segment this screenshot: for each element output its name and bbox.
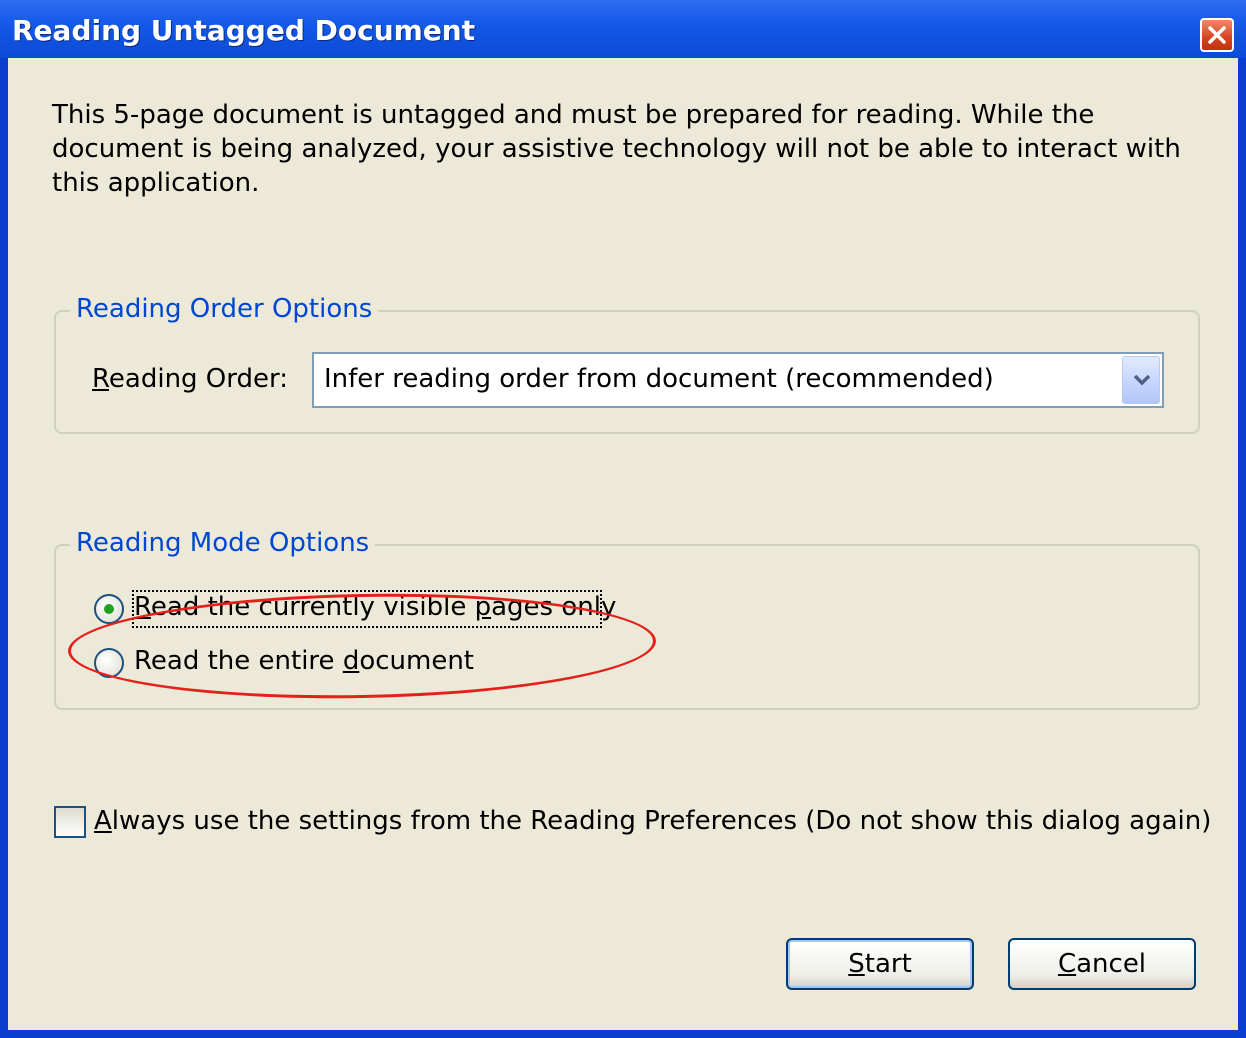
reading-order-dropdown[interactable]: Infer reading order from document (recom… bbox=[312, 352, 1164, 408]
reading-order-options-legend: Reading Order Options bbox=[70, 294, 379, 324]
close-icon bbox=[1208, 26, 1226, 44]
dialog-client-area: This 5-page document is untagged and mus… bbox=[8, 58, 1238, 1030]
close-button[interactable] bbox=[1200, 18, 1234, 52]
dropdown-arrow-button[interactable] bbox=[1122, 356, 1160, 404]
info-message: This 5-page document is untagged and mus… bbox=[52, 100, 1181, 198]
reading-mode-options-legend: Reading Mode Options bbox=[70, 528, 376, 558]
reading-order-selected-value: Infer reading order from document (recom… bbox=[324, 364, 994, 394]
reading-order-label: Reading Order: bbox=[92, 364, 288, 394]
radio-selected-dot bbox=[104, 604, 114, 614]
dialog-title: Reading Untagged Document bbox=[12, 14, 476, 47]
always-use-settings-label[interactable]: Always use the settings from the Reading… bbox=[94, 806, 1211, 836]
chevron-down-icon bbox=[1133, 374, 1151, 386]
dialog-window: Reading Untagged Document This 5-page do… bbox=[0, 0, 1246, 1038]
always-use-settings-checkbox[interactable] bbox=[54, 806, 86, 838]
cancel-button[interactable]: Cancel bbox=[1008, 938, 1196, 990]
reading-order-options-group: Reading Order Options Reading Order: Inf… bbox=[54, 294, 1200, 434]
start-button[interactable]: Start bbox=[786, 938, 974, 990]
title-bar[interactable]: Reading Untagged Document bbox=[0, 0, 1246, 58]
